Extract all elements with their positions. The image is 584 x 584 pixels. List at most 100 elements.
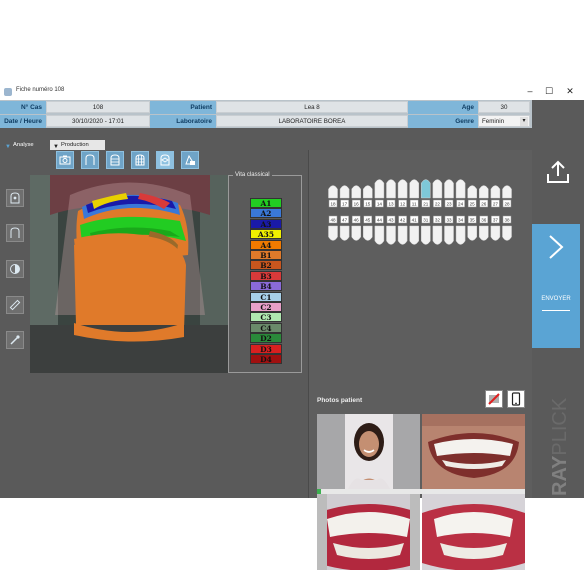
tooth-number: 16 — [354, 202, 360, 207]
right-sidebar: ENVOYER RAYPLICKER — [532, 100, 584, 498]
shade-b3[interactable]: B3 — [250, 270, 282, 281]
tooth-crown-button[interactable] — [6, 224, 24, 242]
contrast-button[interactable] — [6, 260, 24, 278]
genre-label: Genre — [408, 115, 478, 128]
patient-photo-smile[interactable] — [422, 414, 525, 491]
tooth-target-button[interactable] — [6, 189, 24, 207]
vita-title: Vita classical — [233, 172, 272, 178]
lower-tooth-33[interactable]: 33 — [444, 215, 454, 245]
tooth-number: 44 — [377, 218, 383, 223]
patient-photo-retracted-2[interactable] — [422, 493, 525, 570]
lower-tooth-46[interactable]: 46 — [351, 215, 361, 241]
tooth-3d-button[interactable] — [156, 151, 174, 169]
camera-icon — [59, 155, 71, 165]
title-bar: Fiche numéro 108 – ☐ ✕ — [0, 84, 584, 101]
shade-c2[interactable]: C2 — [250, 302, 282, 312]
upper-tooth-12[interactable]: 12 — [397, 179, 408, 208]
lower-tooth-48[interactable]: 48 — [328, 215, 338, 241]
upper-tooth-15[interactable]: 15 — [363, 185, 373, 208]
shade-b1[interactable]: B1 — [250, 250, 282, 260]
lower-tooth-43[interactable]: 43 — [386, 215, 396, 245]
tooth-grid-icon — [110, 154, 120, 166]
shade-d3[interactable]: D3 — [250, 343, 282, 354]
shade-d2[interactable]: D2 — [250, 333, 282, 344]
tooth-grid-full-button[interactable] — [131, 151, 149, 169]
upper-tooth-14[interactable]: 14 — [374, 179, 385, 208]
header-row-2: Date / Heure 30/10/2020 - 17:01 Laborato… — [0, 115, 532, 128]
upper-tooth-13[interactable]: 13 — [386, 179, 396, 208]
upper-tooth-24[interactable]: 24 — [455, 179, 466, 208]
patient-photo-retracted-1[interactable] — [317, 493, 420, 570]
shade-c4[interactable]: C4 — [250, 322, 282, 333]
chevron-right-icon — [549, 235, 564, 259]
upper-tooth-22[interactable]: 22 — [432, 179, 443, 208]
minimize-button[interactable]: – — [522, 86, 538, 97]
tooth-number: 24 — [458, 202, 464, 207]
lower-tooth-35[interactable]: 35 — [467, 215, 477, 241]
patient-field[interactable]: Lea 8 — [216, 101, 408, 113]
tooth-number: 14 — [377, 202, 383, 207]
lower-tooth-32[interactable]: 32 — [432, 215, 443, 245]
shade-a1[interactable]: A1 — [250, 198, 282, 208]
upper-tooth-21[interactable]: 21 — [421, 179, 431, 208]
patient-photo-portrait[interactable] — [317, 414, 420, 491]
laboratoire-field[interactable]: LABORATOIRE BOREA — [216, 115, 408, 127]
lower-tooth-41[interactable]: 41 — [409, 215, 419, 245]
tooth-shade-map[interactable] — [30, 175, 228, 373]
upper-tooth-17[interactable]: 17 — [339, 185, 350, 208]
shade-b4[interactable]: B4 — [250, 281, 282, 292]
upper-tooth-11[interactable]: 11 — [409, 179, 419, 208]
shade-b2[interactable]: B2 — [250, 260, 282, 271]
shade-c1[interactable]: C1 — [250, 291, 282, 302]
delete-photos-button[interactable] — [485, 390, 503, 408]
upper-tooth-26[interactable]: 26 — [479, 185, 489, 208]
shade-d4[interactable]: D4 — [250, 354, 282, 364]
tooth-grid-button[interactable] — [106, 151, 124, 169]
tab-production[interactable]: ▼ Production — [50, 140, 105, 150]
shade-c3[interactable]: C3 — [250, 312, 282, 323]
upper-tooth-27[interactable]: 27 — [490, 185, 501, 208]
tooth-number: 27 — [493, 202, 499, 207]
ruler-button[interactable] — [6, 296, 24, 314]
laboratoire-label: Laboratoire — [150, 115, 216, 128]
upper-tooth-23[interactable]: 23 — [444, 179, 454, 208]
maximize-button[interactable]: ☐ — [541, 86, 557, 97]
lower-tooth-34[interactable]: 34 — [455, 215, 466, 245]
lower-tooth-38[interactable]: 38 — [502, 215, 512, 241]
date-label: Date / Heure — [0, 115, 46, 128]
tooth-number: 42 — [400, 218, 406, 223]
lower-tooth-31[interactable]: 31 — [421, 215, 431, 245]
upper-tooth-25[interactable]: 25 — [467, 185, 477, 208]
date-field[interactable]: 30/10/2020 - 17:01 — [46, 115, 150, 127]
tooth-number: 25 — [470, 202, 476, 207]
shade-guide-button[interactable] — [181, 151, 199, 169]
shade-a2[interactable]: A2 — [250, 208, 282, 219]
upper-tooth-18[interactable]: 18 — [328, 185, 338, 208]
eyedropper-button[interactable] — [6, 331, 24, 349]
n-cas-field[interactable]: 108 — [46, 101, 150, 113]
upper-tooth-16[interactable]: 16 — [351, 185, 361, 208]
tab-analyse[interactable]: ▼ Analyse — [2, 140, 48, 150]
shade-a4[interactable]: A4 — [250, 239, 282, 250]
envoyer-button[interactable]: ENVOYER — [532, 224, 580, 348]
dropdown-arrow-icon[interactable]: ▾ — [520, 117, 528, 126]
close-button[interactable]: ✕ — [562, 86, 578, 97]
phone-sync-button[interactable] — [507, 390, 525, 408]
upper-tooth-28[interactable]: 28 — [502, 185, 512, 208]
dental-chart[interactable]: 18 17 16 15 14 13 12 11 21 22 23 24 25 26 27 28 48 47 46 45… — [323, 164, 519, 268]
camera-button[interactable] — [56, 151, 74, 169]
shade-guide-icon — [185, 154, 195, 165]
lower-tooth-36[interactable]: 36 — [479, 215, 489, 241]
shade-a3[interactable]: A3 — [250, 218, 282, 229]
age-field[interactable]: 30 — [478, 101, 530, 113]
genre-select[interactable]: Feminin ▾ — [478, 115, 530, 127]
lower-tooth-45[interactable]: 45 — [363, 215, 373, 241]
upload-button[interactable] — [542, 156, 574, 188]
lower-tooth-37[interactable]: 37 — [490, 215, 501, 241]
app-icon — [4, 88, 12, 96]
shade-a35[interactable]: A35 — [250, 229, 282, 240]
tooth-outline-button[interactable] — [81, 151, 99, 169]
lower-tooth-47[interactable]: 47 — [339, 215, 350, 241]
lower-tooth-42[interactable]: 42 — [397, 215, 408, 245]
lower-tooth-44[interactable]: 44 — [374, 215, 385, 245]
